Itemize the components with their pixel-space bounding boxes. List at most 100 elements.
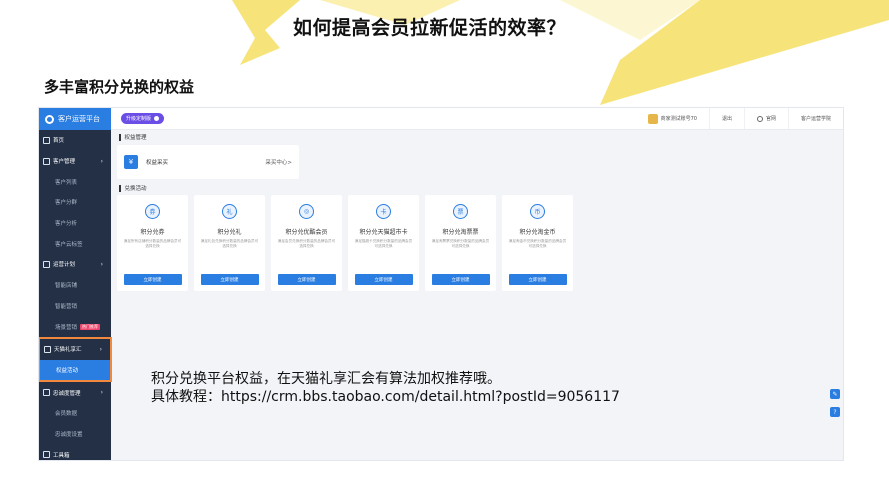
sidebar-item[interactable]: 工具箱 [39, 444, 111, 460]
sidebar-item-label: 工具箱 [53, 452, 70, 459]
sidebar-item[interactable]: 忠诚度管理 › [39, 382, 111, 403]
brand[interactable]: 客户运营平台 [39, 108, 111, 130]
sidebar-item-label: 运营计划 [53, 262, 76, 269]
card-title: 积分兑礼 [217, 229, 242, 236]
card-description: 满足所有店铺积分数量的品牌会员可选择兑换 [123, 239, 182, 249]
merchant-account[interactable]: 商家测试账号70 [636, 108, 709, 129]
help-float-icon[interactable]: ? [830, 407, 840, 417]
purchase-card[interactable]: ¥ 权益采买 采买中心> [117, 145, 299, 179]
sidebar-item-label: 忠诚度管理 [53, 390, 81, 397]
topbar: 升级定制版 商家测试账号70 退出 官网 客户运营学院 [111, 108, 843, 130]
sidebar-item-label: 天猫礼享汇 [54, 347, 82, 354]
sidebar-item[interactable]: 运营计划 › [39, 254, 111, 275]
loyalty-icon [43, 389, 50, 397]
card-title: 积分兑淘票票 [442, 229, 479, 236]
sidebar-item[interactable]: 智能营销 [39, 296, 111, 317]
edit-float-icon[interactable]: ✎ [830, 389, 840, 399]
create-button[interactable]: 立即创建 [200, 274, 259, 285]
sidebar-nav: 首页客户管理 › 客户列表客户分群客户分析客户云标签运营计划 › 智能店铺智能营销场景营… [39, 130, 112, 460]
exchange-card: ◎ 积分兑优酷会员满足会员兑换积分数量的品牌会员可选择兑换 立即创建 [271, 195, 342, 291]
academy-link[interactable]: 客户运营学院 [787, 108, 843, 129]
exchange-type-icon: 礼 [222, 204, 237, 219]
sidebar-item[interactable]: 首页 [39, 130, 111, 151]
plan-icon [43, 260, 50, 268]
exchange-type-icon: 币 [530, 204, 545, 219]
merchant-name: 商家测试账号70 [660, 116, 697, 122]
upgrade-badge-label: 升级定制版 [126, 116, 152, 122]
exchange-section-title: 兑换活动 [117, 181, 837, 195]
create-button[interactable]: 立即创建 [123, 274, 182, 285]
chevron-right-icon: › [100, 157, 103, 165]
note-line-1: 积分兑换平台权益，在天猫礼享汇会有算法加权推荐哦。 [151, 371, 501, 387]
slide-subtitle: 多丰富积分兑换的权益 [44, 78, 195, 96]
sidebar-item[interactable]: 智能店铺 [39, 275, 111, 296]
card-title: 积分兑天猫超市卡 [359, 229, 408, 236]
slide-note: 积分兑换平台权益，在天猫礼享汇会有算法加权推荐哦。 具体教程：https://c… [151, 370, 620, 406]
official-site-link[interactable]: 官网 [743, 108, 788, 129]
main-content: 权益管理 ¥ 权益采买 采买中心> 兑换活动 券积分兑券 满足所有店铺积分数量的品… [111, 130, 843, 460]
rights-section-title: 权益管理 [117, 130, 837, 144]
create-button[interactable]: 立即创建 [354, 274, 413, 285]
sidebar-item[interactable]: 会员数据 [39, 403, 111, 424]
logout-link[interactable]: 退出 [708, 108, 744, 129]
yen-icon: ¥ [124, 155, 138, 169]
sidebar-item-label: 客户云标签 [55, 241, 83, 248]
exchange-type-icon: ◎ [299, 204, 314, 219]
sidebar-item-label: 权益活动 [56, 367, 79, 374]
card-description: 满足淘金币兑换积分数量的品牌会员可选择兑换 [508, 239, 567, 249]
sidebar-item-label: 客户列表 [55, 179, 78, 186]
sidebar-item-label: 智能店铺 [55, 283, 78, 290]
upgrade-badge[interactable]: 升级定制版 [121, 113, 165, 124]
upgrade-dot-icon [154, 116, 160, 121]
purchase-center-link[interactable]: 采买中心> [265, 158, 292, 166]
official-site-label: 官网 [765, 116, 776, 122]
toolbox-icon [43, 451, 50, 459]
exchange-type-icon: 券 [145, 204, 160, 219]
note-line-2: 具体教程：https://crm.bbs.taobao.com/detail.h… [151, 389, 620, 405]
sidebar-item-label: 会员数据 [55, 411, 78, 418]
card-description: 满足淘票票兑换积分数量的品牌会员可选择兑换 [431, 239, 490, 249]
sidebar: 客户运营平台 首页客户管理 › 客户列表客户分群客户分析客户云标签运营计划 › 智能店铺… [39, 108, 112, 460]
sidebar-item[interactable]: 客户管理 › [39, 151, 111, 172]
sidebar-item[interactable]: 忠诚度设置 [39, 424, 111, 445]
chevron-right-icon: › [99, 345, 102, 353]
card-title: 积分兑优酷会员 [285, 229, 328, 236]
sidebar-item[interactable]: 天猫礼享汇 › [40, 339, 110, 360]
chevron-right-icon: › [100, 260, 103, 268]
sidebar-item[interactable]: 客户分析 [39, 213, 111, 234]
sidebar-item[interactable]: 客户云标签 [39, 233, 111, 254]
sidebar-item[interactable]: 客户列表 [39, 171, 111, 192]
highlighted-nav-group: 天猫礼享汇 › 权益活动 [39, 336, 112, 383]
gift-icon [44, 345, 51, 353]
create-button[interactable]: 立即创建 [431, 274, 490, 285]
sidebar-item-label: 首页 [53, 138, 65, 145]
hot-badge: 热门推荐 [80, 323, 101, 330]
brand-name: 客户运营平台 [58, 115, 100, 123]
sidebar-item-label: 客户分群 [55, 200, 78, 207]
sidebar-item-label: 智能营销 [55, 303, 78, 310]
exchange-cards: 券积分兑券 满足所有店铺积分数量的品牌会员可选择兑换 立即创建礼积分兑礼 满足礼包兑换… [117, 195, 837, 291]
card-description: 满足会员兑换积分数量的品牌会员可选择兑换 [277, 239, 336, 249]
purchase-label: 权益采买 [146, 160, 169, 166]
sidebar-item-label: 客户管理 [53, 159, 76, 166]
brand-logo-icon [45, 114, 54, 124]
users-icon [43, 157, 50, 165]
merchant-icon [647, 113, 658, 124]
exchange-card: 卡积分兑天猫超市卡 满足猫超卡兑换积分数量的品牌会员可选择兑换 立即创建 [348, 195, 419, 291]
exchange-card: 券积分兑券 满足所有店铺积分数量的品牌会员可选择兑换 立即创建 [117, 195, 188, 291]
sidebar-item-label: 场景营销 [55, 324, 78, 331]
create-button[interactable]: 立即创建 [508, 274, 567, 285]
sidebar-item[interactable]: 权益活动 [40, 359, 110, 381]
card-description: 满足猫超卡兑换积分数量的品牌会员可选择兑换 [354, 239, 413, 249]
exchange-type-icon: 卡 [376, 204, 391, 219]
sidebar-item[interactable]: 客户分群 [39, 192, 111, 213]
chevron-right-icon: › [100, 389, 103, 397]
home-icon [43, 136, 50, 144]
create-button[interactable]: 立即创建 [277, 274, 336, 285]
slide-title: 如何提高会员拉新促活的效率？ [293, 17, 567, 39]
exchange-card: 币积分兑淘金币满足淘金币兑换积分数量的品牌会员可选择兑换 立即创建 [502, 195, 573, 291]
exchange-card: 礼积分兑礼 满足礼包兑换积分数量的品牌会员可选择兑换 立即创建 [194, 195, 265, 291]
sidebar-item[interactable]: 场景营销 热门推荐 [39, 316, 111, 337]
sidebar-item-label: 客户分析 [55, 221, 78, 228]
card-title: 积分兑淘金币 [519, 229, 556, 236]
